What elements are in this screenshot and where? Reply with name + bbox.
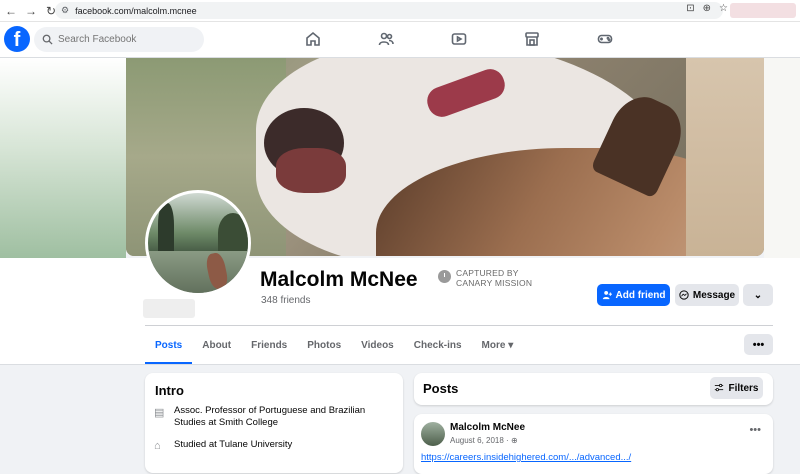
url-text: facebook.com/malcolm.mcnee — [75, 5, 197, 16]
back-icon[interactable]: ← — [2, 2, 20, 20]
post-date[interactable]: August 6, 2018 · ⊕ — [450, 436, 518, 445]
intro-work-text: Assoc. Professor of Portuguese and Brazi… — [174, 405, 366, 428]
facebook-header: f — [0, 22, 800, 58]
message-button[interactable]: Message — [675, 284, 739, 306]
more-options-button[interactable]: ⌄ — [743, 284, 773, 306]
clock-icon — [438, 270, 451, 283]
home-icon[interactable] — [303, 29, 323, 49]
profile-name: Malcolm McNee — [260, 268, 418, 291]
globe-icon: ⊕ — [510, 436, 518, 445]
redacted-block — [143, 299, 195, 318]
search-icon — [42, 34, 53, 45]
friends-count[interactable]: 348 friends — [261, 295, 310, 306]
intro-card: Intro ▤ Assoc. Professor of Portuguese a… — [145, 373, 403, 473]
tab-photos[interactable]: Photos — [297, 326, 351, 364]
cover-backdrop-right — [764, 58, 800, 258]
intro-work-row: ▤ Assoc. Professor of Portuguese and Bra… — [154, 405, 398, 429]
search-input[interactable] — [58, 34, 198, 45]
zoom-icon[interactable]: ⊕ — [703, 3, 711, 14]
post-author[interactable]: Malcolm McNee — [450, 422, 525, 433]
bookmark-star-icon[interactable]: ☆ — [719, 3, 728, 14]
canary-line1: CAPTURED BY — [456, 268, 519, 278]
profile-menu-button[interactable]: ••• — [744, 334, 773, 355]
site-info-icon[interactable]: ⚙ — [61, 5, 69, 16]
search-box[interactable] — [34, 27, 204, 52]
posts-header-card: Posts Filters — [414, 373, 773, 405]
post-card: Malcolm McNee August 6, 2018 · ⊕ ••• htt… — [414, 414, 773, 474]
messenger-icon — [679, 290, 689, 300]
facebook-logo[interactable]: f — [4, 26, 30, 52]
tab-videos[interactable]: Videos — [351, 326, 404, 364]
tab-check-ins[interactable]: Check-ins — [404, 326, 472, 364]
intro-education-text: Studied at Tulane University — [174, 439, 293, 450]
intro-title: Intro — [155, 383, 184, 398]
work-icon: ▤ — [154, 407, 165, 419]
profile-picture[interactable] — [145, 190, 251, 296]
browser-profile-chip[interactable] — [730, 3, 796, 18]
filters-button[interactable]: Filters — [710, 377, 763, 399]
tab-more[interactable]: More ▾ — [472, 326, 524, 364]
intro-education-row: ⌂ Studied at Tulane University — [154, 439, 398, 452]
profile-tabs: Posts About Friends Photos Videos Check-… — [145, 326, 523, 364]
post-link[interactable]: https://careers.insidehighered.com/.../a… — [421, 452, 631, 463]
chevron-down-icon: ⌄ — [753, 289, 763, 301]
marketplace-icon[interactable] — [522, 29, 542, 49]
browser-toolbar: ← → ↻ ⚙ facebook.com/malcolm.mcnee ⊡ ⊕ ☆ — [0, 0, 800, 22]
header-shadow — [0, 364, 800, 365]
post-date-text: August 6, 2018 · — [450, 436, 511, 445]
watch-icon[interactable] — [449, 29, 469, 49]
install-icon[interactable]: ⊡ — [686, 3, 694, 14]
filters-icon — [715, 383, 724, 392]
add-friend-label: Add friend — [615, 289, 666, 301]
canary-watermark: CAPTURED BY CANARY MISSION — [438, 268, 532, 288]
tab-about[interactable]: About — [192, 326, 241, 364]
more-dots-icon: ••• — [752, 338, 765, 351]
message-label: Message — [692, 289, 736, 301]
tab-friends[interactable]: Friends — [241, 326, 297, 364]
forward-icon[interactable]: → — [22, 2, 40, 20]
canary-line2: CANARY MISSION — [456, 278, 533, 288]
post-author-avatar[interactable] — [421, 422, 445, 446]
posts-title: Posts — [423, 381, 459, 396]
post-options-icon[interactable]: ••• — [749, 424, 761, 436]
add-friend-button[interactable]: Add friend — [597, 284, 670, 306]
education-icon: ⌂ — [154, 440, 161, 452]
filters-label: Filters — [728, 382, 759, 394]
add-friend-icon — [602, 291, 612, 300]
tab-posts[interactable]: Posts — [145, 326, 193, 364]
cover-backdrop-left — [0, 58, 126, 258]
gaming-icon[interactable] — [595, 29, 615, 49]
address-bar[interactable]: ⚙ facebook.com/malcolm.mcnee — [55, 2, 723, 19]
friends-icon[interactable] — [376, 29, 396, 49]
